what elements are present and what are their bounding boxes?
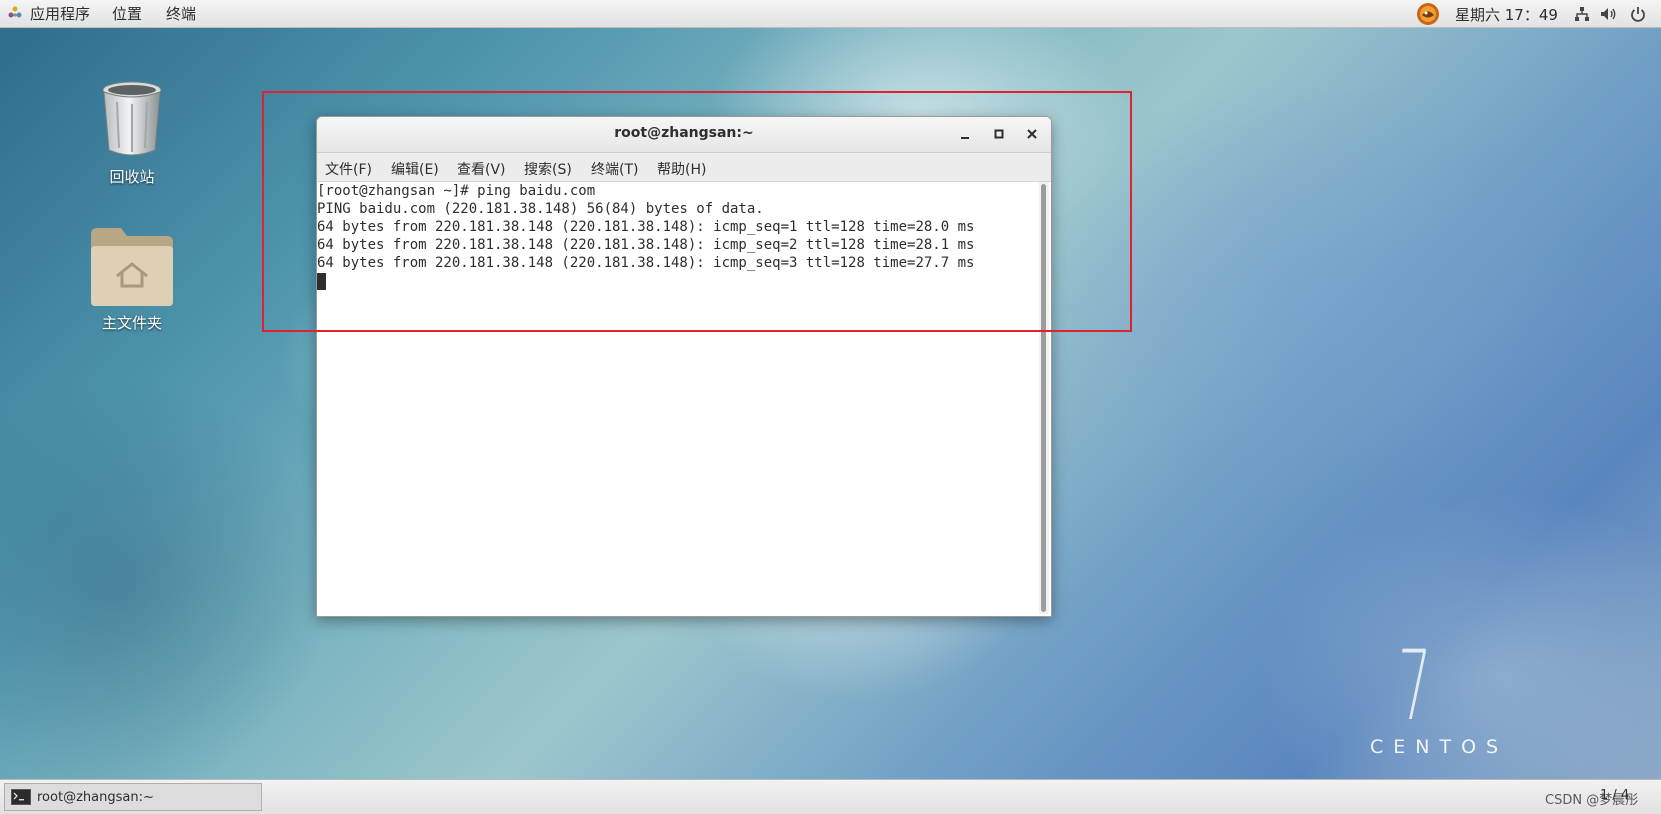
apps-menu-icon[interactable] [8, 6, 22, 20]
places-menu[interactable]: 位置 [112, 3, 142, 24]
terminal-icon [11, 789, 31, 805]
apps-menu[interactable]: 应用程序 [30, 3, 90, 24]
home-folder-label: 主文件夹 [101, 314, 162, 332]
taskbar-item-label: root@zhangsan:~ [37, 789, 154, 805]
trash-label: 回收站 [109, 168, 155, 186]
home-folder-icon [91, 228, 173, 306]
workspace-pager[interactable]: 1 / 4 [1600, 788, 1629, 803]
desktop-home-folder[interactable]: 主文件夹 [72, 224, 192, 333]
top-panel: 应用程序 位置 终端 星期六 17：49 [0, 0, 1661, 28]
centos-version-logo: 7 [1398, 630, 1432, 742]
bottom-panel: root@zhangsan:~ [0, 779, 1661, 814]
centos-wordmark: CENTOS [1370, 736, 1509, 758]
network-icon[interactable] [1574, 0, 1590, 27]
clock[interactable]: 星期六 17：49 [1455, 4, 1558, 25]
terminal-app-menu[interactable]: 终端 [166, 3, 196, 24]
trash-icon [102, 81, 162, 156]
desktop-trash[interactable]: 回收站 [72, 80, 192, 187]
taskbar-item-terminal[interactable]: root@zhangsan:~ [4, 783, 262, 811]
notification-avatar-icon[interactable] [1416, 2, 1440, 26]
highlight-annotation-box [262, 91, 1132, 332]
power-icon[interactable] [1630, 0, 1646, 27]
volume-icon[interactable] [1600, 0, 1618, 27]
